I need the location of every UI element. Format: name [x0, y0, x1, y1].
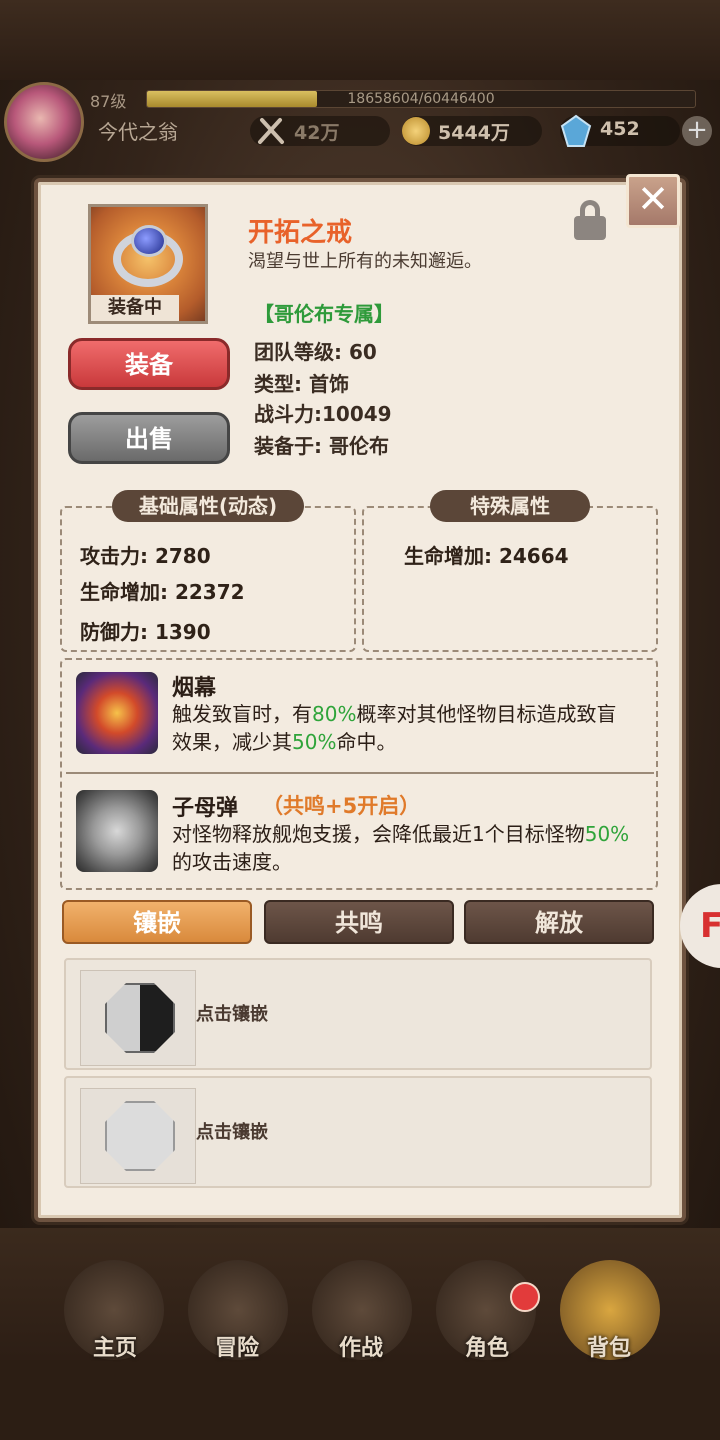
special-attr-hp: 生命增加: 24664 [404, 544, 569, 568]
sell-button[interactable]: 出售 [68, 412, 230, 464]
player-name: 今代之翁 [98, 120, 178, 144]
skill-2-resonance: （共鸣+5开启） [262, 794, 421, 818]
skill-1-text: 触发致盲时，有80%概率对其他怪物目标造成致盲效果，减少其50%命中。 [172, 702, 617, 754]
skill-1-name: 烟幕 [172, 676, 217, 701]
nav-battle-label: 作战 [338, 1336, 383, 1361]
nav-bag-label: 背包 [586, 1336, 631, 1361]
add-gems-button[interactable]: + [682, 116, 712, 146]
team-level: 团队等级: 60 [254, 340, 377, 364]
skill-2-text: 对怪物释放舰炮支援，会降低最近1个目标怪物50%的攻击速度。 [172, 822, 630, 874]
tab-inlay[interactable]: 镶嵌 [62, 900, 252, 944]
gem-slot-2[interactable]: 点击镶嵌 [64, 1076, 652, 1188]
item-type: 类型: 首饰 [254, 372, 349, 396]
skills-divider [66, 772, 654, 774]
exp-bar: 18658604/60446400 [146, 90, 696, 108]
item-icon: 装备中 [88, 204, 208, 324]
exclusive-tag: 【哥伦布专属】 [254, 302, 394, 326]
item-title: 开拓之戒 [248, 218, 353, 248]
gold-value: 5444万 [438, 122, 510, 144]
slot-frame [80, 970, 196, 1066]
cluster-bomb-skill-icon [76, 790, 158, 872]
sword-icon [256, 114, 286, 146]
exp-text: 18658604/60446400 [347, 91, 495, 107]
player-level: 87级 [90, 92, 127, 111]
base-attributes-title: 基础属性(动态) [112, 490, 304, 522]
nav-character-label: 角色 [464, 1336, 509, 1361]
nav-home-label: 主页 [92, 1336, 137, 1361]
skill-2-name: 子母弹 [172, 796, 239, 821]
equipped-on: 装备于: 哥伦布 [254, 434, 389, 458]
tab-resonance[interactable]: 共鸣 [264, 900, 454, 944]
nav-adventure-label: 冒险 [214, 1336, 259, 1361]
bottom-nav-base [0, 1360, 720, 1440]
item-description: 渴望与世上所有的未知邂逅。 [248, 251, 482, 272]
slot-1-label: 点击镶嵌 [196, 1004, 268, 1025]
ring-gem [131, 225, 167, 257]
gem-icon [560, 114, 592, 148]
attr-attack: 攻击力: 2780 [80, 544, 211, 568]
empty-socket-icon [105, 983, 175, 1053]
close-button[interactable]: ✕ [626, 174, 680, 228]
special-attributes-title: 特殊属性 [430, 490, 590, 522]
equip-button[interactable]: 装备 [68, 338, 230, 390]
slot-2-label: 点击镶嵌 [196, 1122, 268, 1143]
special-attributes-box [362, 506, 658, 652]
tab-liberate[interactable]: 解放 [464, 900, 654, 944]
lock-icon[interactable] [574, 200, 606, 240]
gem-value: 452 [600, 118, 640, 140]
equipped-badge: 装备中 [91, 295, 179, 321]
power-value: 42万 [294, 122, 340, 144]
empty-socket-icon [105, 1101, 175, 1171]
notification-dot [510, 1282, 540, 1312]
attr-hp: 生命增加: 22372 [80, 580, 245, 604]
combat-power: 战斗力:10049 [254, 402, 392, 426]
top-strip [0, 0, 720, 80]
player-avatar[interactable] [4, 82, 84, 162]
coin-icon [402, 117, 430, 145]
smoke-skill-icon [76, 672, 158, 754]
gem-slot-1[interactable]: 点击镶嵌 [64, 958, 652, 1070]
slot-frame [80, 1088, 196, 1184]
attr-defense: 防御力: 1390 [80, 620, 211, 644]
